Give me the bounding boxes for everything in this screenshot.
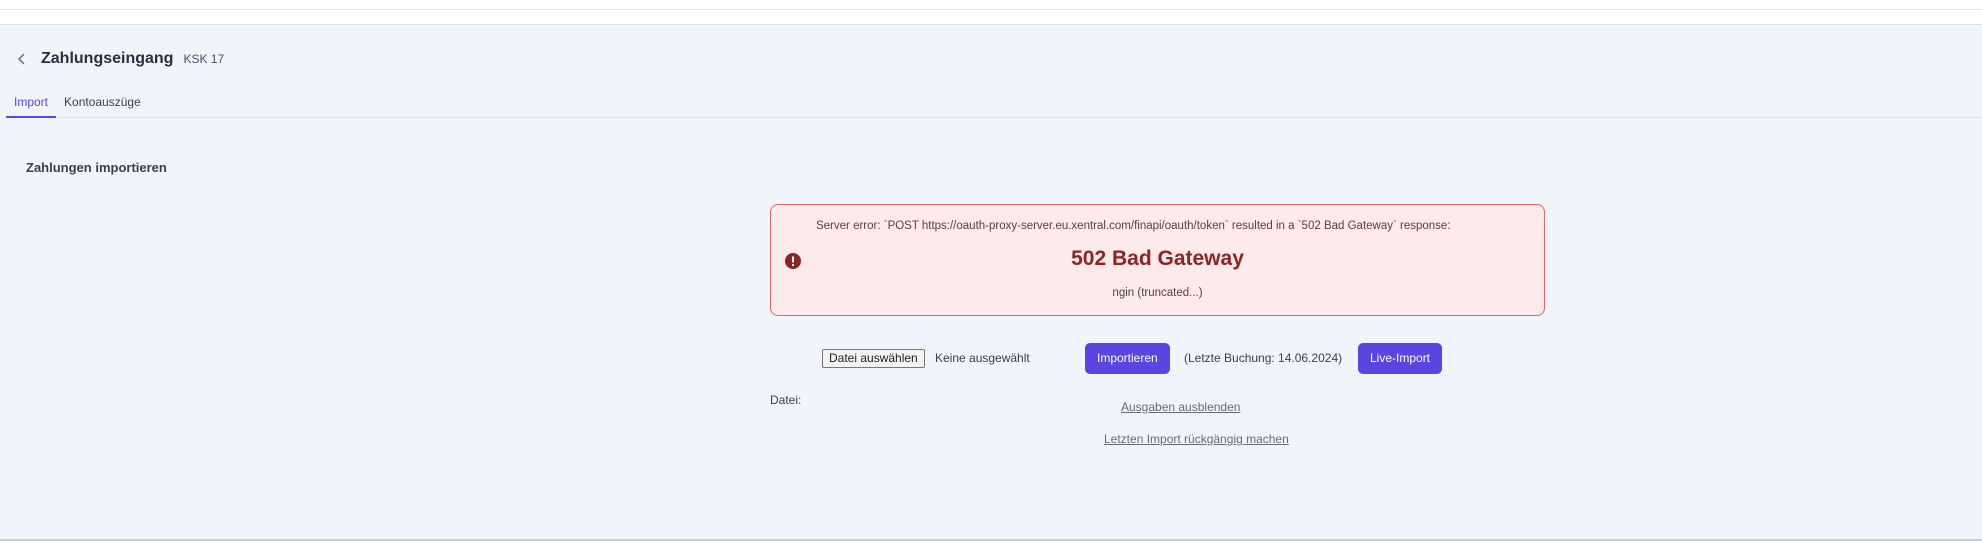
error-message: Server error: `POST https://oauth-proxy-… [816,220,1451,232]
last-booking-info: (Letzte Buchung: 14.06.2024) [1184,351,1343,365]
page-subtitle: KSK 17 [183,52,225,66]
page-header: Zahlungseingang KSK 17 [13,48,224,70]
page-title: Zahlungseingang [41,50,174,67]
error-headline: 502 Bad Gateway [1071,247,1244,270]
file-status: Keine ausgewählt [935,351,1030,365]
section-title: Zahlungen importieren [26,160,167,175]
tab-bar: Import Kontoauszüge [6,86,1982,118]
error-alert: Server error: `POST https://oauth-proxy-… [770,204,1545,316]
hide-expenses-link[interactable]: Ausgaben ausblenden [1121,400,1240,414]
back-button[interactable] [13,50,31,68]
file-label: Datei: [770,393,802,407]
tab-kontoauszuege[interactable]: Kontoauszüge [56,86,149,118]
tab-import[interactable]: Import [6,86,57,118]
chevron-left-icon [17,53,25,65]
choose-file-button[interactable]: Datei auswählen [822,349,925,368]
undo-import-link[interactable]: Letzten Import rückgängig machen [1104,432,1289,446]
top-bar [0,0,1982,25]
error-detail: ngin (truncated...) [1112,287,1203,299]
import-button[interactable]: Importieren [1085,343,1170,374]
live-import-button[interactable]: Live-Import [1358,343,1443,374]
top-bar-inner [0,0,1982,10]
